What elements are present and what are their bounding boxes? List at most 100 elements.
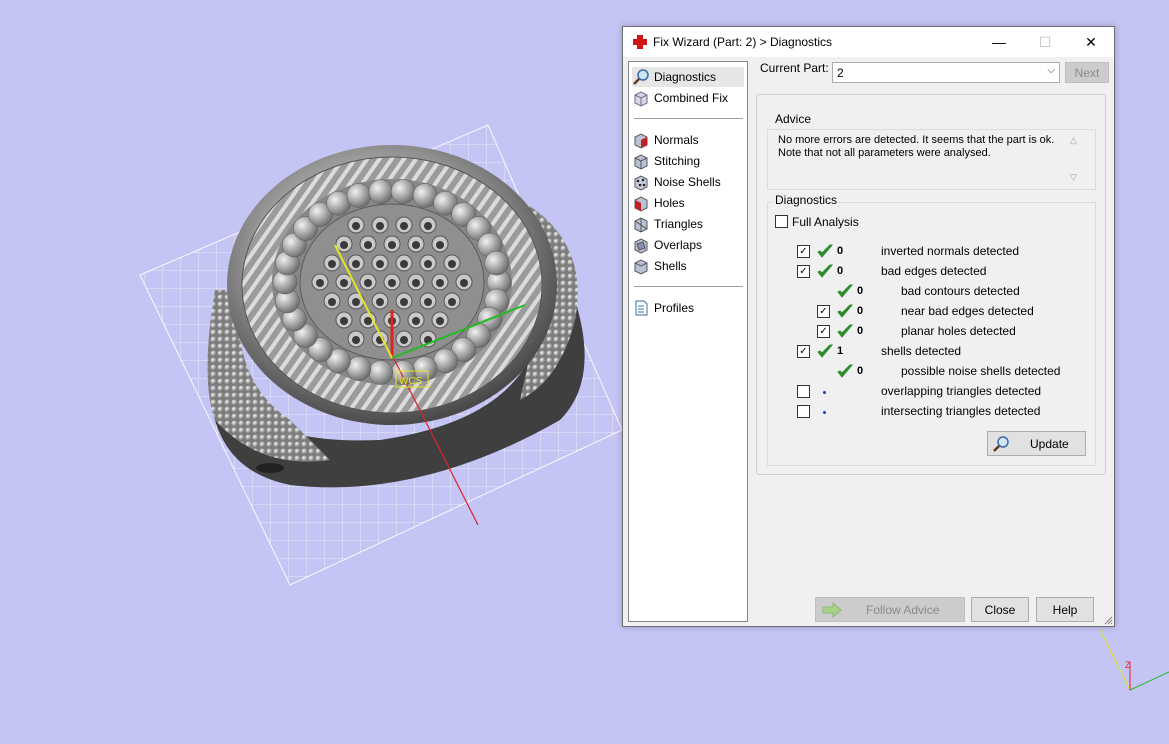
checkmark-icon [817, 264, 834, 278]
title-bar[interactable]: Fix Wizard (Part: 2) > Diagnostics — ☐ ✕ [623, 27, 1114, 57]
nav-item-shells[interactable]: Shells [632, 256, 744, 276]
combined-fix-icon [634, 91, 648, 107]
window-title: Fix Wizard (Part: 2) > Diagnostics [653, 35, 833, 49]
nav-item-triangles[interactable]: Triangles [632, 214, 744, 234]
row-checkbox[interactable]: ✓ [817, 305, 830, 318]
help-button-label: Help [1052, 602, 1078, 617]
checkmark-icon [837, 304, 854, 318]
minimize-icon: — [992, 34, 1006, 50]
help-button[interactable]: Help [1036, 597, 1094, 622]
nav-separator [634, 118, 743, 120]
nav-item-label: Holes [654, 196, 685, 210]
row-count: 1 [837, 345, 844, 357]
next-button[interactable]: Next [1065, 62, 1109, 83]
checkmark-icon [837, 324, 854, 338]
wcs-label: WCS [399, 376, 423, 387]
row-count: 0 [837, 245, 844, 257]
nav-item-label: Diagnostics [654, 70, 717, 84]
row-label: bad contours detected [901, 284, 1020, 298]
nav-item-profiles[interactable]: Profiles [632, 298, 744, 318]
svg-text:Z: Z [1125, 660, 1131, 670]
row-count: 0 [857, 325, 864, 337]
row-count: 0 [837, 265, 844, 277]
row-checkbox[interactable]: ✓ [797, 345, 810, 358]
nav-separator [634, 286, 743, 288]
nav-item-label: Combined Fix [654, 91, 729, 105]
full-analysis-label: Full Analysis [792, 215, 859, 229]
nav-item-label: Normals [654, 133, 699, 147]
pending-dot-icon [823, 391, 826, 394]
row-checkbox[interactable]: ✓ [797, 265, 810, 278]
scroll-down-icon[interactable]: ▽ [1070, 172, 1077, 183]
close-button[interactable]: Close [971, 597, 1029, 622]
shells-cube-icon [634, 259, 648, 275]
checkmark-icon [837, 284, 854, 298]
overlaps-cube-icon [634, 238, 648, 254]
row-checkbox[interactable] [797, 405, 810, 418]
nav-item-combined-fix[interactable]: Combined Fix [632, 88, 744, 108]
row-label: near bad edges detected [901, 304, 1034, 318]
current-part-label: Current Part: [760, 61, 829, 75]
stitching-cube-icon [634, 154, 648, 170]
current-part-value: 2 [837, 66, 844, 80]
nav-item-label: Noise Shells [654, 175, 721, 189]
advice-text: No more errors are detected. It seems th… [778, 134, 1055, 159]
nav-item-overlaps[interactable]: Overlaps [632, 235, 744, 255]
nav-item-label: Profiles [654, 301, 695, 315]
scroll-up-icon[interactable]: △ [1070, 135, 1077, 146]
nav-item-label: Shells [654, 259, 687, 273]
nav-item-noise-shells[interactable]: Noise Shells [632, 172, 744, 192]
row-checkbox[interactable]: ✓ [817, 325, 830, 338]
pending-dot-icon [823, 411, 826, 414]
row-label: intersecting triangles detected [881, 404, 1041, 418]
chevron-down-icon: ⌵ [1047, 65, 1055, 76]
nav-item-holes[interactable]: Holes [632, 193, 744, 213]
follow-advice-label: Follow Advice [866, 603, 940, 617]
normals-cube-icon [634, 133, 648, 149]
advice-title: Advice [773, 112, 814, 126]
resize-grip-icon[interactable] [1103, 615, 1113, 625]
nav-item-stitching[interactable]: Stitching [632, 151, 744, 171]
nav-item-label: Triangles [654, 217, 703, 231]
maximize-button[interactable]: ☐ [1022, 27, 1068, 57]
row-checkbox[interactable] [797, 385, 810, 398]
follow-advice-button[interactable]: Follow Advice [815, 597, 965, 622]
fix-wizard-dialog[interactable]: Fix Wizard (Part: 2) > Diagnostics — ☐ ✕… [622, 26, 1115, 627]
nav-item-normals[interactable]: Normals [632, 130, 744, 150]
minimize-button[interactable]: — [976, 27, 1022, 57]
row-count: 0 [857, 305, 864, 317]
triangles-cube-icon [634, 217, 648, 233]
close-button-label: Close [984, 602, 1016, 617]
checkmark-icon [817, 244, 834, 258]
next-button-label: Next [1074, 65, 1100, 80]
row-count: 0 [857, 285, 864, 297]
advice-scrollbar[interactable]: △ ▽ [1068, 133, 1082, 185]
magnifier-icon [633, 69, 649, 85]
close-icon: ✕ [1085, 33, 1097, 50]
magnifier-icon [993, 436, 1009, 452]
row-checkbox[interactable]: ✓ [797, 245, 810, 258]
update-button-label: Update [1030, 437, 1069, 451]
wizard-nav: Diagnostics Combined Fix Normals Stitchi… [628, 61, 748, 622]
maximize-icon: ☐ [1038, 33, 1052, 50]
row-label: overlapping triangles detected [881, 384, 1042, 398]
current-part-dropdown[interactable]: 2 ⌵ [832, 62, 1060, 83]
diagnostics-title: Diagnostics [773, 193, 840, 207]
checkmark-icon [837, 364, 854, 378]
checkmark-icon [817, 344, 834, 358]
row-label: planar holes detected [901, 324, 1016, 338]
row-label: inverted normals detected [881, 244, 1020, 258]
orientation-triad: Z [1099, 629, 1169, 691]
row-label: possible noise shells detected [901, 364, 1061, 378]
row-label: bad edges detected [881, 264, 987, 278]
row-count: 0 [857, 365, 864, 377]
noise-shells-icon [634, 175, 648, 191]
close-window-button[interactable]: ✕ [1068, 27, 1114, 57]
holes-cube-icon [634, 196, 648, 212]
row-label: shells detected [881, 344, 962, 358]
nav-item-diagnostics[interactable]: Diagnostics [632, 67, 744, 87]
update-button[interactable]: Update [987, 431, 1086, 456]
nav-item-label: Overlaps [654, 238, 703, 252]
full-analysis-checkbox[interactable] [775, 215, 788, 228]
profiles-doc-icon [635, 300, 648, 316]
